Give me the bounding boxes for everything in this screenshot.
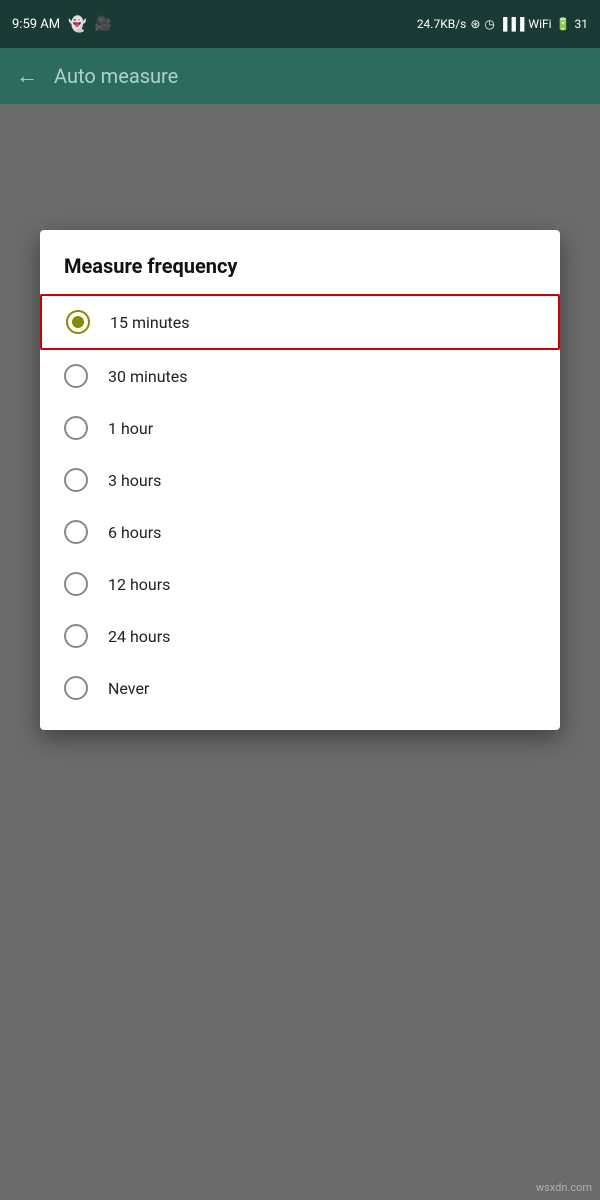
radio-option-3hr[interactable]: 3 hours: [40, 454, 560, 506]
app-bar-title: Auto measure: [54, 64, 178, 88]
radio-circle-15min: [66, 310, 90, 334]
radio-option-never[interactable]: Never: [40, 662, 560, 714]
radio-circle-6hr: [64, 520, 88, 544]
status-bar-right: 24.7KB/s ⊛ ◷ ▐▐▐ WiFi 🔋 31: [417, 17, 588, 31]
radio-label-30min: 30 minutes: [108, 367, 188, 386]
radio-label-24hr: 24 hours: [108, 627, 170, 646]
bluetooth-icon: ⊛: [470, 17, 480, 31]
radio-option-12hr[interactable]: 12 hours: [40, 558, 560, 610]
status-bar-left: 9:59 AM 👻 🎥: [12, 15, 112, 33]
snapchat-icon: 👻: [68, 15, 87, 33]
radio-option-15min[interactable]: 15 minutes: [40, 294, 560, 350]
radio-label-3hr: 3 hours: [108, 471, 161, 490]
battery-icon: 🔋: [556, 17, 571, 31]
radio-circle-24hr: [64, 624, 88, 648]
radio-option-30min[interactable]: 30 minutes: [40, 350, 560, 402]
status-time: 9:59 AM: [12, 17, 60, 32]
radio-option-24hr[interactable]: 24 hours: [40, 610, 560, 662]
battery-level: 31: [575, 17, 589, 31]
signal-icon: ▐▐▐: [499, 17, 525, 31]
status-bar: 9:59 AM 👻 🎥 24.7KB/s ⊛ ◷ ▐▐▐ WiFi 🔋 31: [0, 0, 600, 48]
radio-option-6hr[interactable]: 6 hours: [40, 506, 560, 558]
alarm-icon: ◷: [484, 17, 494, 31]
measure-frequency-dialog: Measure frequency 15 minutes 30 minutes …: [40, 230, 560, 730]
radio-option-1hr[interactable]: 1 hour: [40, 402, 560, 454]
radio-circle-30min: [64, 364, 88, 388]
radio-label-6hr: 6 hours: [108, 523, 161, 542]
radio-label-15min: 15 minutes: [110, 313, 190, 332]
watermark: wsxdn.com: [536, 1181, 592, 1194]
network-speed: 24.7KB/s: [417, 17, 467, 31]
back-button[interactable]: ←: [16, 63, 38, 89]
radio-circle-12hr: [64, 572, 88, 596]
radio-label-1hr: 1 hour: [108, 419, 153, 438]
radio-label-12hr: 12 hours: [108, 575, 170, 594]
radio-label-never: Never: [108, 679, 149, 698]
radio-circle-1hr: [64, 416, 88, 440]
wifi-icon: WiFi: [528, 17, 551, 31]
radio-circle-3hr: [64, 468, 88, 492]
app-bar: ← Auto measure: [0, 48, 600, 104]
dialog-title: Measure frequency: [40, 254, 560, 294]
radio-circle-never: [64, 676, 88, 700]
camera-icon: 🎥: [95, 16, 112, 32]
